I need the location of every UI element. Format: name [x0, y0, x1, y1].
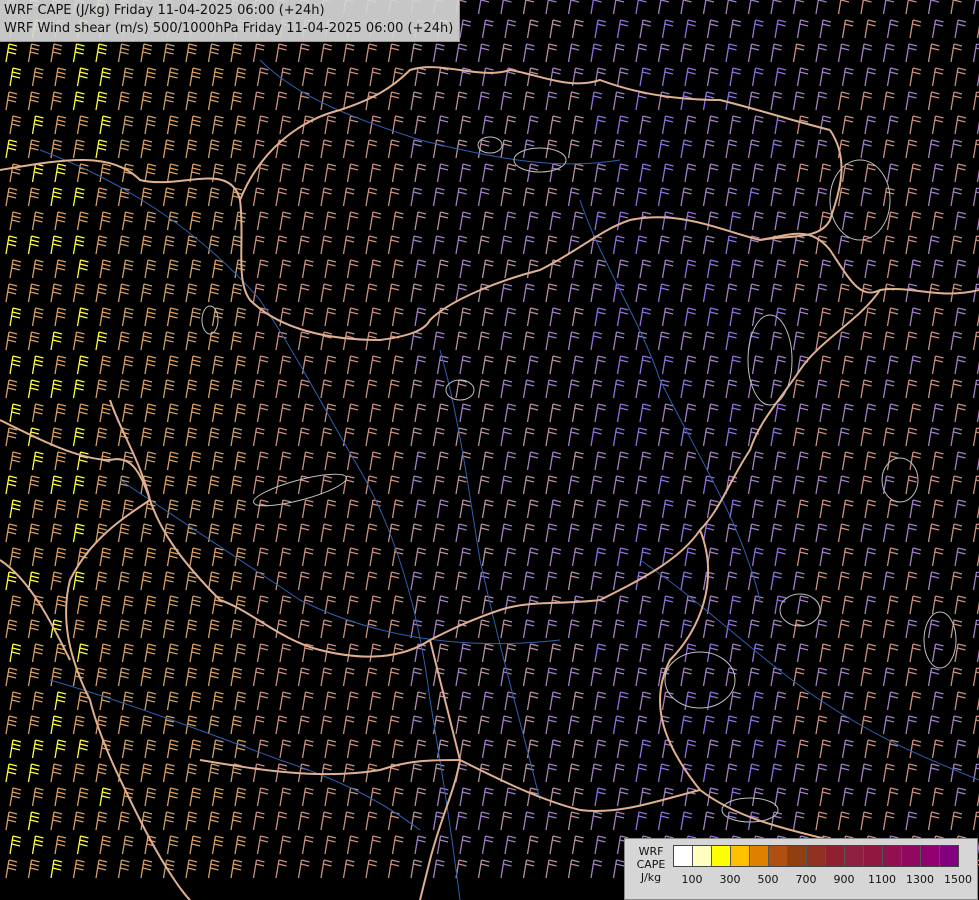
legend-labels: WRF CAPE J/kg	[631, 845, 671, 884]
legend-swatch	[864, 846, 883, 866]
legend-swatch	[788, 846, 807, 866]
legend-tick-label: 700	[795, 873, 817, 886]
legend-variable-label: CAPE	[636, 858, 666, 871]
legend-tick-label: 1500	[944, 873, 972, 886]
legend-swatch	[674, 846, 693, 866]
legend-color-scale	[673, 845, 959, 867]
legend-swatch	[731, 846, 750, 866]
legend-tick-label: 500	[757, 873, 779, 886]
map-title-box: WRF CAPE (J/kg) Friday 11-04-2025 06:00 …	[0, 0, 461, 42]
cape-title: WRF CAPE (J/kg) Friday 11-04-2025 06:00 …	[4, 3, 325, 18]
legend-swatch	[845, 846, 864, 866]
wind-shear-title: WRF Wind shear (m/s) 500/1000hPa Friday …	[4, 21, 454, 36]
legend-swatch	[750, 846, 769, 866]
legend-tick-label: 1300	[906, 873, 934, 886]
legend-swatch	[940, 846, 958, 866]
legend-swatch	[902, 846, 921, 866]
legend-swatch	[769, 846, 788, 866]
weather-map	[0, 0, 979, 900]
legend-swatch	[883, 846, 902, 866]
legend-tick-label: 900	[833, 873, 855, 886]
legend-tick-label: 1100	[868, 873, 896, 886]
legend-tick-label: 100	[681, 873, 703, 886]
cape-legend: WRF CAPE J/kg 100 300 500 700 900 1100 1300 150…	[624, 838, 978, 900]
legend-tick-labels: 100 300 500 700 900 1100 1300 1500	[673, 873, 973, 889]
legend-swatch	[693, 846, 712, 866]
legend-unit-label: J/kg	[640, 871, 662, 884]
legend-swatch	[712, 846, 731, 866]
legend-swatch	[921, 846, 940, 866]
legend-swatch	[826, 846, 845, 866]
legend-tick-label: 300	[719, 873, 741, 886]
legend-swatch	[807, 846, 826, 866]
legend-model-label: WRF	[638, 845, 664, 858]
